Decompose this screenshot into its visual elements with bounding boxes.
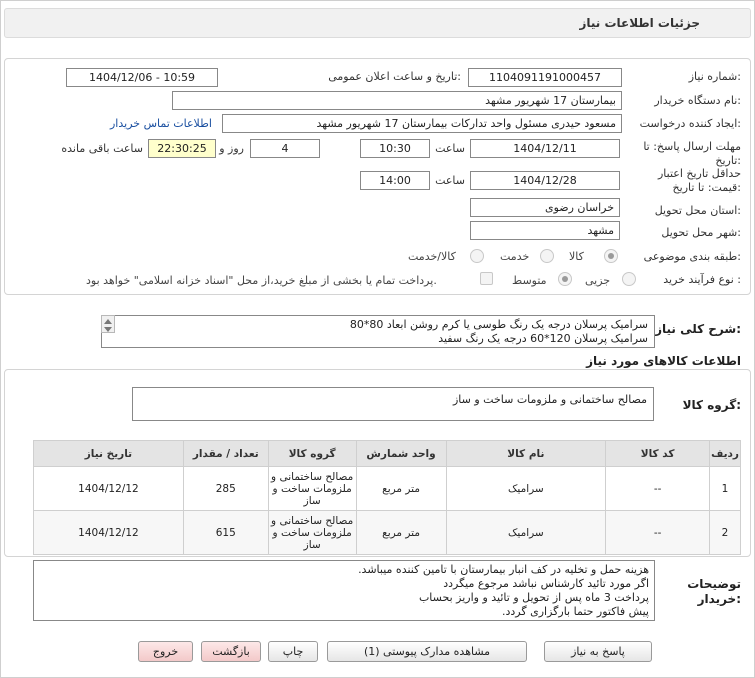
table-row[interactable]: 2 -- سرامیک متر مربع مصالح ساختمانی و مل… bbox=[33, 510, 741, 555]
cell-index: 2 bbox=[709, 510, 741, 555]
buyer-notes-line-3: پرداخت 3 ماه پس از تحویل و تائید و واریز… bbox=[418, 591, 649, 604]
validity-label-2: قیمت: تا تاریخ: bbox=[672, 181, 741, 194]
treasury-payment-checkbox[interactable] bbox=[480, 272, 493, 285]
attachments-button[interactable]: مشاهده مدارک پیوستی (1) bbox=[327, 641, 527, 662]
buyer-org-label: نام دستگاه خریدار: bbox=[654, 94, 741, 107]
cell-qty: 285 bbox=[182, 466, 269, 511]
city-label: شهر محل تحویل: bbox=[661, 226, 741, 239]
deadline-label-2: تاریخ: bbox=[715, 154, 741, 167]
scroll-up-icon bbox=[104, 319, 112, 324]
deadline-time-field: 10:30 bbox=[360, 139, 430, 158]
validity-time-field: 14:00 bbox=[360, 171, 430, 190]
buyer-org-field: بیمارستان 17 شهریور مشهد bbox=[172, 91, 622, 110]
deadline-time-label: ساعت bbox=[435, 142, 465, 155]
process-label: نوع فرآیند خرید : bbox=[663, 273, 741, 286]
goods-section-title: اطلاعات کالاهای مورد نیاز bbox=[586, 354, 741, 368]
announce-field: 1404/12/06 - 10:59 bbox=[66, 68, 218, 87]
table-header-row: ردیف کد کالا نام کالا واحد شمارش گروه کا… bbox=[33, 440, 741, 467]
deadline-label-1: مهلت ارسال پاسخ: تا bbox=[643, 140, 741, 153]
print-button[interactable]: چاپ bbox=[268, 641, 318, 662]
requester-label: ایجاد کننده درخواست: bbox=[639, 117, 741, 130]
buyer-notes-line-2: اگر مورد تائید کارشناس نباشد مرجوع میگرد… bbox=[443, 577, 649, 590]
buyer-notes-line-4: پیش فاکتور حتما بارگزاری گردد. bbox=[502, 605, 649, 618]
category-radio-goods-service[interactable] bbox=[470, 249, 484, 263]
summary-line-1: سرامیک پرسلان درجه یک رنگ طوسی یا کرم رو… bbox=[349, 318, 648, 331]
col-code: کد کالا bbox=[605, 440, 711, 467]
buyer-notes-textarea[interactable]: هزینه حمل و تخلیه در کف انبار بیمارستان … bbox=[33, 560, 655, 621]
goods-group-field: مصالح ساختمانی و ملزومات ساخت و ساز bbox=[132, 387, 654, 421]
col-index: ردیف bbox=[709, 440, 741, 467]
cell-index: 1 bbox=[709, 466, 741, 511]
province-label: استان محل تحویل: bbox=[654, 204, 741, 217]
cell-date: 1404/12/12 bbox=[33, 510, 184, 555]
scroll-down-icon bbox=[104, 327, 112, 332]
category-option-service: خدمت bbox=[500, 250, 530, 263]
remaining-time-field: 22:30:25 bbox=[148, 139, 216, 158]
requester-field: مسعود حیدری مسئول واحد تدارکات بیمارستان… bbox=[222, 114, 622, 133]
validity-time-label: ساعت bbox=[435, 174, 465, 187]
back-button[interactable]: بازگشت bbox=[201, 641, 261, 662]
buyer-notes-label-2: خریدار: bbox=[697, 592, 741, 606]
exit-button[interactable]: خروج bbox=[138, 641, 193, 662]
cell-qty: 615 bbox=[182, 510, 269, 555]
col-group: گروه کالا bbox=[267, 440, 357, 467]
category-option-goods: کالا bbox=[569, 250, 584, 263]
deadline-date-field: 1404/12/11 bbox=[470, 139, 620, 158]
treasury-payment-note: پرداخت تمام یا بخشی از مبلغ خرید،از محل … bbox=[86, 274, 437, 287]
cell-unit: متر مربع bbox=[355, 510, 447, 555]
summary-textarea[interactable]: سرامیک پرسلان درجه یک رنگ طوسی یا کرم رو… bbox=[101, 315, 655, 348]
process-radio-minor[interactable] bbox=[622, 272, 636, 286]
process-radio-medium[interactable] bbox=[558, 272, 572, 286]
category-radio-service[interactable] bbox=[540, 249, 554, 263]
summary-label: شرح کلی نیاز: bbox=[655, 322, 741, 336]
process-option-medium: متوسط bbox=[512, 274, 547, 287]
col-name: نام کالا bbox=[445, 440, 607, 467]
cell-name: سرامیک bbox=[445, 510, 607, 555]
summary-line-2: سرامیک پرسلان 120*60 درجه یک رنگ سفید bbox=[438, 332, 648, 345]
need-number-label: شماره نیاز: bbox=[688, 70, 741, 83]
goods-group-value: مصالح ساختمانی و ملزومات ساخت و ساز bbox=[452, 393, 647, 406]
remaining-time-label: ساعت باقی مانده bbox=[61, 142, 143, 155]
col-qty: تعداد / مقدار bbox=[182, 440, 269, 467]
need-number-field: 1104091191000457 bbox=[468, 68, 622, 87]
province-field: خراسان رضوی bbox=[470, 198, 620, 217]
table-row[interactable]: 1 -- سرامیک متر مربع مصالح ساختمانی و مل… bbox=[33, 466, 741, 511]
process-option-minor: جزیی bbox=[585, 274, 611, 287]
contact-buyer-link[interactable]: اطلاعات تماس خریدار bbox=[110, 117, 212, 130]
announce-label: تاریخ و ساعت اعلان عمومی: bbox=[328, 70, 461, 83]
cell-group: مصالح ساختمانی و ملزومات ساخت و ساز bbox=[267, 466, 357, 511]
page-title: جزئیات اطلاعات نیاز bbox=[579, 16, 700, 30]
validity-label-1: حداقل تاریخ اعتبار bbox=[657, 167, 741, 180]
buyer-notes-line-1: هزینه حمل و تخلیه در کف انبار بیمارستان … bbox=[358, 563, 649, 576]
reply-button[interactable]: پاسخ به نیاز bbox=[544, 641, 652, 662]
cell-group: مصالح ساختمانی و ملزومات ساخت و ساز bbox=[267, 510, 357, 555]
category-radio-goods[interactable] bbox=[604, 249, 618, 263]
buyer-notes-label-1: توضیحات bbox=[687, 577, 741, 591]
days-label: روز و bbox=[219, 142, 244, 155]
cell-name: سرامیک bbox=[445, 466, 607, 511]
cell-unit: متر مربع bbox=[355, 466, 447, 511]
col-unit: واحد شمارش bbox=[355, 440, 447, 467]
goods-table: ردیف کد کالا نام کالا واحد شمارش گروه کا… bbox=[33, 440, 741, 555]
col-date: تاریخ نیاز bbox=[33, 440, 184, 467]
page-header: جزئیات اطلاعات نیاز bbox=[4, 8, 751, 38]
city-field: مشهد bbox=[470, 221, 620, 240]
days-remaining-field: 4 bbox=[250, 139, 320, 158]
summary-scrollbar[interactable] bbox=[101, 315, 115, 333]
validity-date-field: 1404/12/28 bbox=[470, 171, 620, 190]
goods-group-label: گروه کالا: bbox=[682, 398, 741, 412]
cell-code: -- bbox=[605, 466, 711, 511]
cell-date: 1404/12/12 bbox=[33, 466, 184, 511]
category-label: طبقه بندی موضوعی: bbox=[643, 250, 741, 263]
category-option-goods-service: کالا/خدمت bbox=[408, 250, 456, 263]
cell-code: -- bbox=[605, 510, 711, 555]
